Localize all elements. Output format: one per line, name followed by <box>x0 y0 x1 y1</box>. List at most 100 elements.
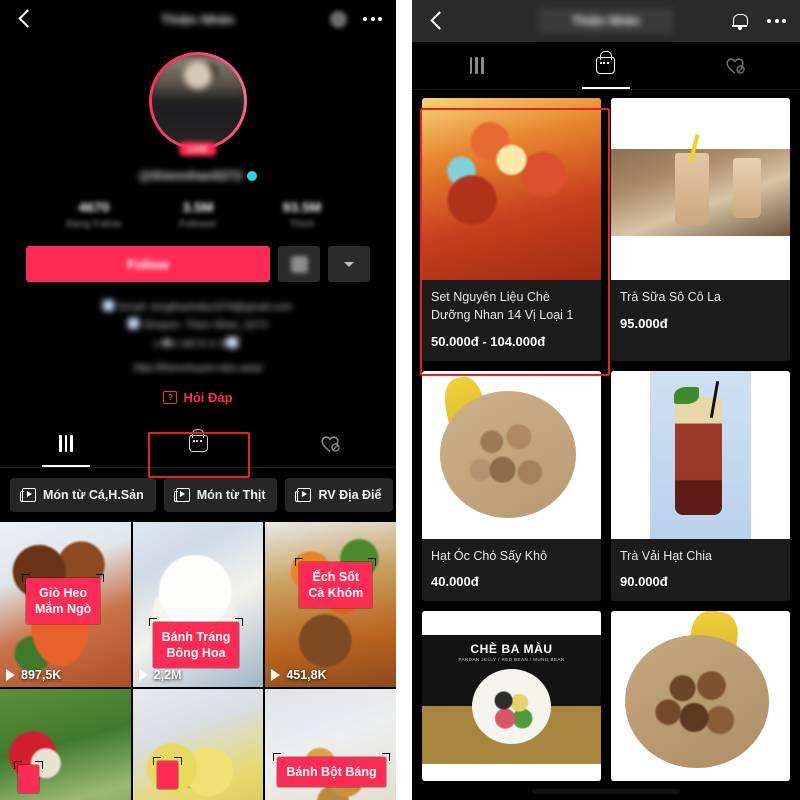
product-image-title: CHÈ BA MÀU <box>422 642 601 656</box>
tab-private-likes[interactable] <box>264 421 396 467</box>
product-card[interactable]: Set Nguyên Liệu Chè Dưỡng Nhan 14 Vị Loạ… <box>422 98 601 361</box>
stat-followers-label: Follower <box>146 219 250 230</box>
email-icon <box>103 300 114 311</box>
message-icon <box>291 256 308 273</box>
link-icon <box>227 337 238 348</box>
playlist-chip[interactable]: Món từ Cá,H.Sản <box>10 478 156 512</box>
video-views: 2,2M <box>139 668 182 682</box>
avatar-image <box>152 55 244 147</box>
product-price: 50.000đ - 104.000đ <box>431 334 592 349</box>
tab-videos[interactable] <box>412 42 541 89</box>
stat-likes-label: Thích <box>250 219 354 230</box>
video-title-overlay: Ếch SốtCà Khóm <box>299 562 372 608</box>
profile-username-row: @thiennhan5272 <box>0 168 396 183</box>
product-image-subtitle: PANDAN JELLY / RED BEAN / MUNG BEAN <box>422 657 601 662</box>
product-card[interactable]: Trà Sữa Sô Cô La 95.000đ <box>611 98 790 361</box>
video-views-count: 2,2M <box>154 668 182 682</box>
profile-header: Thiện Nhân <box>0 0 396 38</box>
profile-bio: Email: tongthanhdiuc979@gmail.com Shopee… <box>0 298 396 378</box>
tab-active-underline <box>42 465 90 467</box>
avatar[interactable]: LIVE <box>149 52 247 150</box>
play-icon <box>139 669 148 681</box>
stat-following-count: 4670 <box>42 199 146 215</box>
chevron-down-icon <box>344 262 354 267</box>
shop-header-title: Thiện Nhân <box>538 8 674 34</box>
heart-slash-icon <box>724 56 746 75</box>
stat-followers[interactable]: 3.5M Follower <box>146 199 250 230</box>
bio-link[interactable]: http://thienchuyen-tam.asia/ <box>40 359 356 377</box>
video-cell[interactable] <box>0 689 131 800</box>
product-image <box>611 371 790 539</box>
playlist-chip-label: RV Địa Điể <box>318 488 381 502</box>
playlist-icon <box>22 488 36 502</box>
qa-button[interactable]: ? Hỏi Đáp <box>0 390 396 405</box>
shopping-bag-icon <box>596 57 615 74</box>
video-views-count: 897,5K <box>21 668 61 682</box>
back-icon[interactable] <box>426 10 448 32</box>
video-cell[interactable]: Giò HeoMắm Ngò 897,5K <box>0 522 131 687</box>
video-title-overlay: Bánh Bột Báng <box>277 757 385 787</box>
product-name: Trà Vải Hạt Chia <box>620 548 781 566</box>
product-image <box>611 611 790 781</box>
shop-header: Thiện Nhân <box>412 0 800 42</box>
play-icon <box>6 669 15 681</box>
product-list: Set Nguyên Liệu Chè Dưỡng Nhan 14 Vị Loạ… <box>412 90 800 781</box>
product-card[interactable]: CHÈ BA MÀU PANDAN JELLY / RED BEAN / MUN… <box>422 611 601 781</box>
tab-private-likes[interactable] <box>671 42 800 89</box>
product-name: Trà Sữa Sô Cô La <box>620 289 781 307</box>
product-card[interactable] <box>611 611 790 781</box>
video-views: 897,5K <box>6 668 61 682</box>
tab-shop[interactable] <box>132 421 264 467</box>
video-views: 451,8K <box>271 668 326 682</box>
tab-shop[interactable] <box>541 42 670 89</box>
product-image <box>422 98 601 280</box>
profile-actions: Follow <box>0 246 396 282</box>
product-image <box>611 98 790 280</box>
more-options-icon[interactable] <box>767 19 786 23</box>
playlist-chips: Món từ Cá,H.Sản Món từ Thịt RV Địa Điể <box>0 468 396 522</box>
product-name: Hạt Óc Chó Sấy Khô <box>431 548 592 566</box>
video-cell[interactable] <box>133 689 264 800</box>
grid-icon <box>59 435 73 452</box>
panel-separator <box>396 0 412 800</box>
follow-button[interactable]: Follow <box>26 246 270 282</box>
video-cell[interactable]: Bánh TrángBông Hoa 2,2M <box>133 522 264 687</box>
product-card[interactable]: Trà Vải Hạt Chia 90.000đ <box>611 371 790 602</box>
stat-following[interactable]: 4670 Đang Follow <box>42 199 146 230</box>
video-title-overlay <box>157 761 178 789</box>
bio-line-3: Li�n kết lh 6 3f <box>154 338 227 350</box>
qa-label: Hỏi Đáp <box>183 390 232 405</box>
product-name: Set Nguyên Liệu Chè Dưỡng Nhan 14 Vị Loạ… <box>431 289 592 325</box>
grid-icon <box>470 57 484 74</box>
product-image: CHÈ BA MÀU PANDAN JELLY / RED BEAN / MUN… <box>422 611 601 781</box>
more-options-icon[interactable] <box>363 17 382 21</box>
product-row: CHÈ BA MÀU PANDAN JELLY / RED BEAN / MUN… <box>422 611 790 781</box>
verified-badge-icon <box>247 171 257 181</box>
notification-icon[interactable] <box>330 11 347 28</box>
playlist-icon <box>176 488 190 502</box>
playlist-chip[interactable]: Món từ Thịt <box>164 478 278 512</box>
live-badge[interactable]: LIVE <box>179 142 216 156</box>
tab-active-underline <box>582 87 630 90</box>
playlist-chip[interactable]: RV Địa Điể <box>285 478 393 512</box>
playlist-chip-label: Món từ Cá,H.Sản <box>43 488 144 502</box>
product-row: Set Nguyên Liệu Chè Dưỡng Nhan 14 Vị Loạ… <box>422 98 790 361</box>
question-answer-icon: ? <box>163 391 177 404</box>
stat-likes[interactable]: 93.5M Thích <box>250 199 354 230</box>
video-cell[interactable]: Bánh Bột Báng <box>265 689 396 800</box>
bell-icon[interactable] <box>732 13 747 29</box>
stat-followers-count: 3.5M <box>146 199 250 215</box>
screenshot-stage: Thiện Nhân LIVE @thiennhan5272 4670 Đang… <box>0 0 800 800</box>
avatar-live-ring <box>149 52 247 150</box>
video-title-overlay: Bánh TrángBông Hoa <box>153 622 240 668</box>
more-actions-button[interactable] <box>328 246 370 282</box>
video-cell[interactable]: Ếch SốtCà Khóm 451,8K <box>265 522 396 687</box>
product-row: Hạt Óc Chó Sấy Khô 40.000đ Trà Vải Hạt C… <box>422 371 790 602</box>
video-title-overlay <box>18 765 39 793</box>
shop-panel: Thiện Nhân <box>412 0 800 800</box>
tab-videos[interactable] <box>0 421 132 467</box>
bio-line-2: Shopee: Thien Nhan_5272 <box>143 319 268 331</box>
product-card[interactable]: Hạt Óc Chó Sấy Khô 40.000đ <box>422 371 601 602</box>
message-button[interactable] <box>278 246 320 282</box>
product-image <box>422 371 601 539</box>
